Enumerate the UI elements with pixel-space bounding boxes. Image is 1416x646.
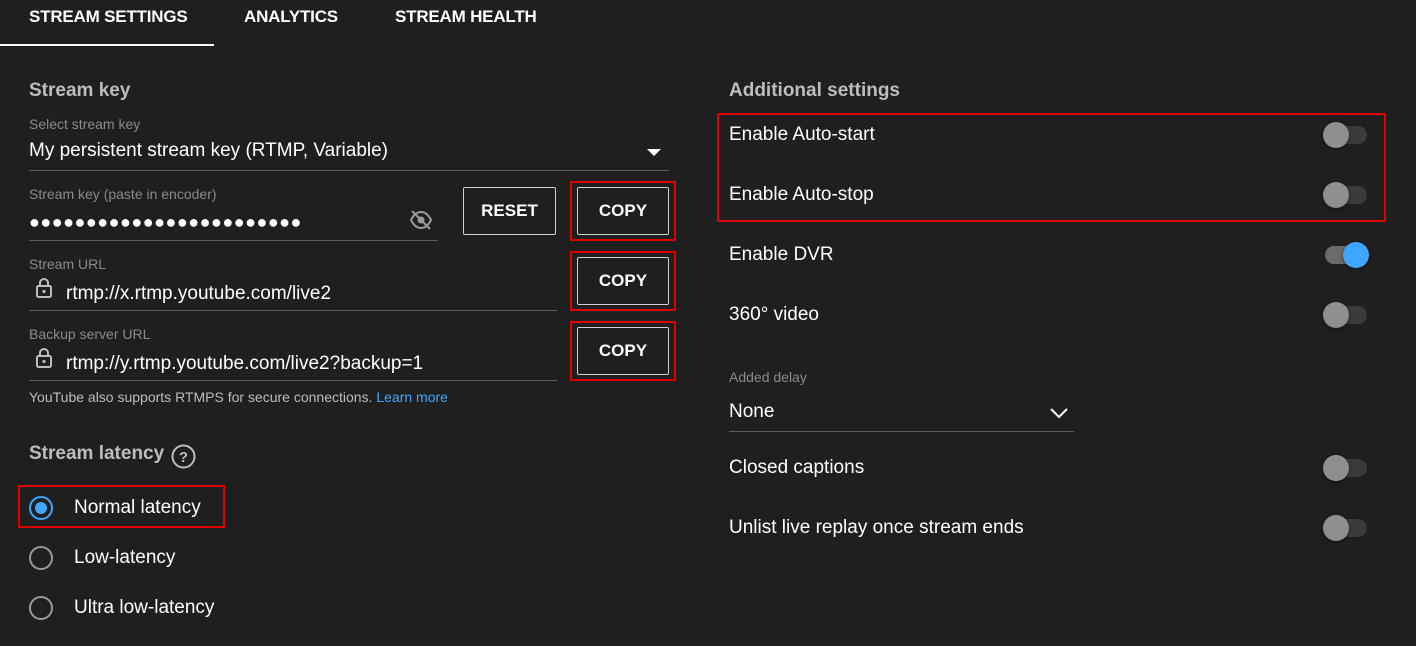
rtmps-helper-text: YouTube also supports RTMPS for secure c… <box>29 389 448 405</box>
auto-stop-toggle[interactable] <box>1323 180 1369 210</box>
toggle-knob <box>1323 515 1349 541</box>
stream-key-label: Stream key (paste in encoder) <box>29 186 217 202</box>
toggle-knob <box>1323 455 1349 481</box>
stream-url-label: Stream URL <box>29 256 107 272</box>
visibility-off-icon[interactable] <box>409 210 433 230</box>
stream-key-field[interactable]: Stream key (paste in encoder) ●●●●●●●●●●… <box>29 186 438 242</box>
copy-stream-key-button[interactable]: COPY <box>577 187 669 235</box>
added-delay-label: Added delay <box>729 369 807 385</box>
reset-button[interactable]: RESET <box>463 187 556 235</box>
copy-backup-url-button[interactable]: COPY <box>577 327 669 375</box>
lock-icon <box>36 278 52 298</box>
radio-normal-latency[interactable] <box>29 496 53 520</box>
stream-key-title: Stream key <box>29 80 131 101</box>
tab-stream-health[interactable]: STREAM HEALTH <box>395 0 537 46</box>
copy-stream-url-button[interactable]: COPY <box>577 257 669 305</box>
auto-start-toggle[interactable] <box>1323 120 1369 150</box>
tab-bar: STREAM SETTINGS ANALYTICS STREAM HEALTH <box>0 0 1416 46</box>
toggle-knob <box>1323 182 1349 208</box>
added-delay-select[interactable]: None <box>729 396 1074 432</box>
dropdown-arrow-icon <box>647 149 661 156</box>
learn-more-link[interactable]: Learn more <box>376 389 448 405</box>
tab-stream-settings[interactable]: STREAM SETTINGS <box>0 0 214 46</box>
unlist-replay-toggle[interactable] <box>1323 513 1369 543</box>
stream-key-masked-value: ●●●●●●●●●●●●●●●●●●●●●●●● <box>29 212 302 232</box>
select-stream-key-label: Select stream key <box>29 116 141 132</box>
rtmps-helper-message: YouTube also supports RTMPS for secure c… <box>29 389 373 405</box>
stream-url-value: rtmp://x.rtmp.youtube.com/live2 <box>66 283 332 304</box>
help-icon-glyph: ? <box>179 449 188 466</box>
selected-stream-key: My persistent stream key (RTMP, Variable… <box>29 140 388 161</box>
stream-key-select[interactable]: Select stream key My persistent stream k… <box>29 114 669 172</box>
stream-url-field[interactable]: Stream URL rtmp://x.rtmp.youtube.com/liv… <box>29 256 557 312</box>
ultra-low-latency-label[interactable]: Ultra low-latency <box>74 597 214 619</box>
enable-auto-stop-label: Enable Auto-stop <box>729 184 874 205</box>
backup-url-label: Backup server URL <box>29 326 151 342</box>
closed-captions-toggle[interactable] <box>1323 453 1369 483</box>
tab-analytics[interactable]: ANALYTICS <box>244 0 338 46</box>
toggle-knob <box>1343 242 1369 268</box>
unlist-replay-label: Unlist live replay once stream ends <box>729 517 1024 538</box>
additional-settings-title: Additional settings <box>729 80 900 101</box>
backup-url-value: rtmp://y.rtmp.youtube.com/live2?backup=1 <box>66 353 424 374</box>
radio-low-latency[interactable] <box>29 546 53 570</box>
360-video-toggle[interactable] <box>1323 300 1369 330</box>
360-video-label: 360° video <box>729 304 819 325</box>
stream-latency-title: Stream latency <box>29 443 165 464</box>
backup-url-underline <box>29 380 557 381</box>
select-underline <box>29 170 669 171</box>
added-delay-value: None <box>729 401 775 422</box>
stream-url-underline <box>29 310 557 311</box>
lock-icon <box>36 348 52 368</box>
stream-key-underline <box>29 240 438 241</box>
toggle-knob <box>1323 122 1349 148</box>
enable-dvr-label: Enable DVR <box>729 244 834 265</box>
backup-url-field[interactable]: Backup server URL rtmp://y.rtmp.youtube.… <box>29 326 557 382</box>
enable-auto-start-label: Enable Auto-start <box>729 124 875 145</box>
chevron-down-icon <box>1050 408 1068 419</box>
radio-ultra-low-latency[interactable] <box>29 596 53 620</box>
help-icon[interactable]: ? <box>171 444 196 469</box>
normal-latency-label[interactable]: Normal latency <box>74 497 201 519</box>
closed-captions-label: Closed captions <box>729 457 865 478</box>
added-delay-underline <box>729 431 1074 432</box>
toggle-knob <box>1323 302 1349 328</box>
dvr-toggle[interactable] <box>1323 240 1369 270</box>
low-latency-label[interactable]: Low-latency <box>74 547 175 569</box>
